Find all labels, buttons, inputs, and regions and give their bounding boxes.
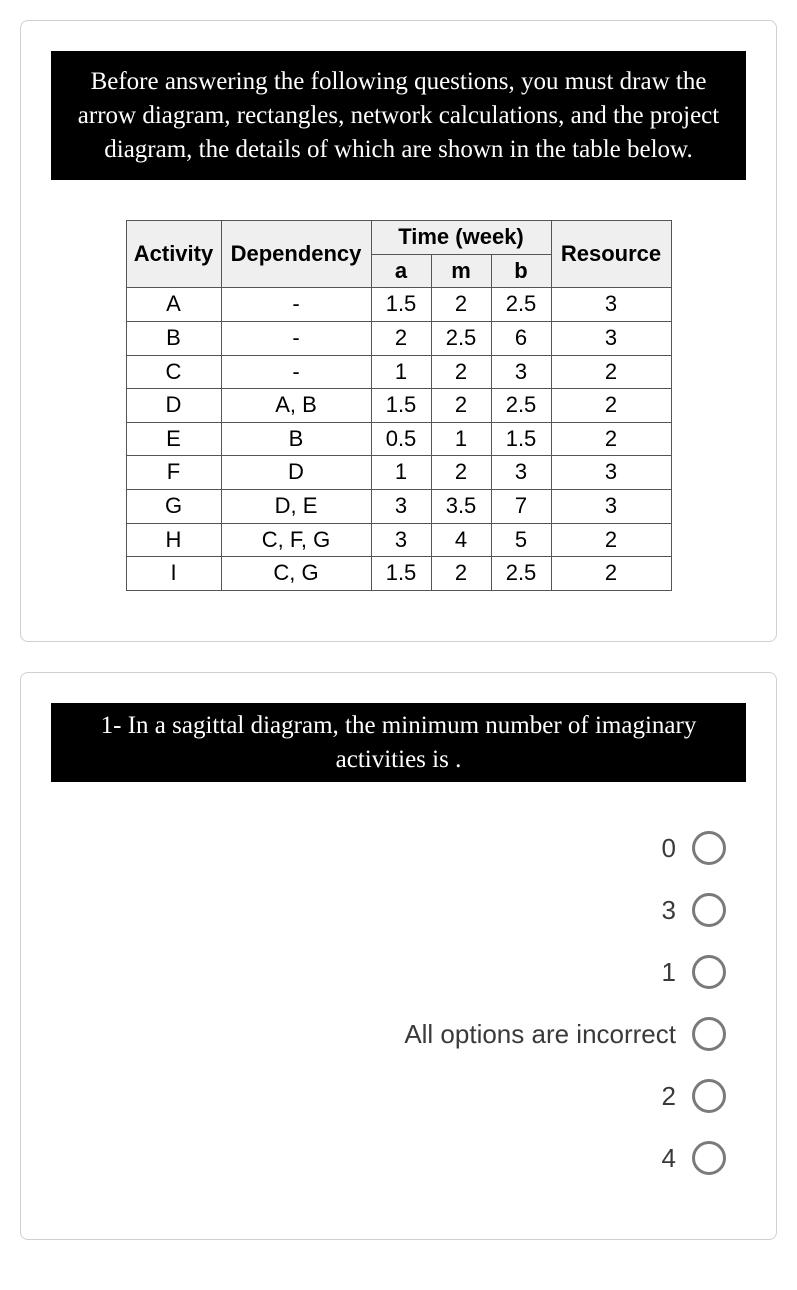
intro-card: Before answering the following questions… xyxy=(20,20,777,642)
cell-activity: A xyxy=(126,288,221,322)
cell-activity: C xyxy=(126,355,221,389)
cell-a: 1 xyxy=(371,355,431,389)
option-label: 1 xyxy=(662,957,676,988)
cell-dependency: A, B xyxy=(221,389,371,423)
question-banner: 1- In a sagittal diagram, the minimum nu… xyxy=(51,703,746,783)
cell-m: 2 xyxy=(431,288,491,322)
cell-resource: 3 xyxy=(551,456,671,490)
cell-resource: 2 xyxy=(551,422,671,456)
cell-activity: D xyxy=(126,389,221,423)
table-wrap: Activity Dependency Time (week) Resource… xyxy=(51,220,746,591)
cell-a: 1.5 xyxy=(371,389,431,423)
cell-m: 2.5 xyxy=(431,322,491,356)
header-a: a xyxy=(371,254,431,288)
cell-a: 3 xyxy=(371,523,431,557)
table-row: EB0.511.52 xyxy=(126,422,671,456)
cell-m: 1 xyxy=(431,422,491,456)
activity-table: Activity Dependency Time (week) Resource… xyxy=(126,220,672,591)
cell-b: 2.5 xyxy=(491,389,551,423)
cell-dependency: - xyxy=(221,322,371,356)
cell-resource: 2 xyxy=(551,557,671,591)
cell-b: 2.5 xyxy=(491,288,551,322)
cell-dependency: C, G xyxy=(221,557,371,591)
cell-resource: 3 xyxy=(551,288,671,322)
cell-resource: 3 xyxy=(551,490,671,524)
radio-icon[interactable] xyxy=(692,955,726,989)
cell-activity: I xyxy=(126,557,221,591)
cell-m: 2 xyxy=(431,355,491,389)
option-row[interactable]: All options are incorrect xyxy=(51,1003,746,1065)
cell-dependency: - xyxy=(221,288,371,322)
cell-a: 3 xyxy=(371,490,431,524)
option-row[interactable]: 4 xyxy=(51,1127,746,1189)
option-label: 0 xyxy=(662,833,676,864)
cell-m: 2 xyxy=(431,557,491,591)
cell-b: 7 xyxy=(491,490,551,524)
table-body: A-1.522.53B-22.563C-1232DA, B1.522.52EB0… xyxy=(126,288,671,590)
table-row: C-1232 xyxy=(126,355,671,389)
option-row[interactable]: 0 xyxy=(51,817,746,879)
table-row: DA, B1.522.52 xyxy=(126,389,671,423)
radio-icon[interactable] xyxy=(692,893,726,927)
header-row-1: Activity Dependency Time (week) Resource xyxy=(126,221,671,255)
cell-b: 3 xyxy=(491,355,551,389)
header-b: b xyxy=(491,254,551,288)
options-list: 0 3 1 All options are incorrect 2 4 xyxy=(51,817,746,1189)
cell-activity: H xyxy=(126,523,221,557)
table-row: B-22.563 xyxy=(126,322,671,356)
option-label: All options are incorrect xyxy=(404,1019,676,1050)
cell-b: 5 xyxy=(491,523,551,557)
cell-b: 1.5 xyxy=(491,422,551,456)
table-row: A-1.522.53 xyxy=(126,288,671,322)
table-row: HC, F, G3452 xyxy=(126,523,671,557)
cell-a: 1.5 xyxy=(371,557,431,591)
header-dependency: Dependency xyxy=(221,221,371,288)
cell-dependency: C, F, G xyxy=(221,523,371,557)
option-row[interactable]: 2 xyxy=(51,1065,746,1127)
cell-resource: 2 xyxy=(551,355,671,389)
cell-b: 2.5 xyxy=(491,557,551,591)
option-row[interactable]: 3 xyxy=(51,879,746,941)
page: Before answering the following questions… xyxy=(0,0,797,1290)
cell-a: 0.5 xyxy=(371,422,431,456)
radio-icon[interactable] xyxy=(692,1079,726,1113)
cell-m: 2 xyxy=(431,389,491,423)
option-label: 2 xyxy=(662,1081,676,1112)
radio-icon[interactable] xyxy=(692,1017,726,1051)
table-row: FD1233 xyxy=(126,456,671,490)
cell-m: 4 xyxy=(431,523,491,557)
cell-dependency: B xyxy=(221,422,371,456)
cell-m: 3.5 xyxy=(431,490,491,524)
table-head: Activity Dependency Time (week) Resource… xyxy=(126,221,671,288)
question-card: 1- In a sagittal diagram, the minimum nu… xyxy=(20,672,777,1241)
option-row[interactable]: 1 xyxy=(51,941,746,1003)
cell-a: 1 xyxy=(371,456,431,490)
cell-a: 2 xyxy=(371,322,431,356)
intro-banner: Before answering the following questions… xyxy=(51,51,746,180)
option-label: 4 xyxy=(662,1143,676,1174)
cell-resource: 2 xyxy=(551,389,671,423)
header-time-group: Time (week) xyxy=(371,221,551,255)
cell-activity: B xyxy=(126,322,221,356)
option-label: 3 xyxy=(662,895,676,926)
cell-a: 1.5 xyxy=(371,288,431,322)
cell-resource: 2 xyxy=(551,523,671,557)
cell-dependency: - xyxy=(221,355,371,389)
cell-resource: 3 xyxy=(551,322,671,356)
cell-b: 6 xyxy=(491,322,551,356)
header-m: m xyxy=(431,254,491,288)
cell-b: 3 xyxy=(491,456,551,490)
cell-dependency: D xyxy=(221,456,371,490)
cell-activity: E xyxy=(126,422,221,456)
table-row: IC, G1.522.52 xyxy=(126,557,671,591)
cell-activity: F xyxy=(126,456,221,490)
cell-dependency: D, E xyxy=(221,490,371,524)
table-row: GD, E33.573 xyxy=(126,490,671,524)
header-resource: Resource xyxy=(551,221,671,288)
cell-activity: G xyxy=(126,490,221,524)
radio-icon[interactable] xyxy=(692,831,726,865)
header-activity: Activity xyxy=(126,221,221,288)
radio-icon[interactable] xyxy=(692,1141,726,1175)
cell-m: 2 xyxy=(431,456,491,490)
